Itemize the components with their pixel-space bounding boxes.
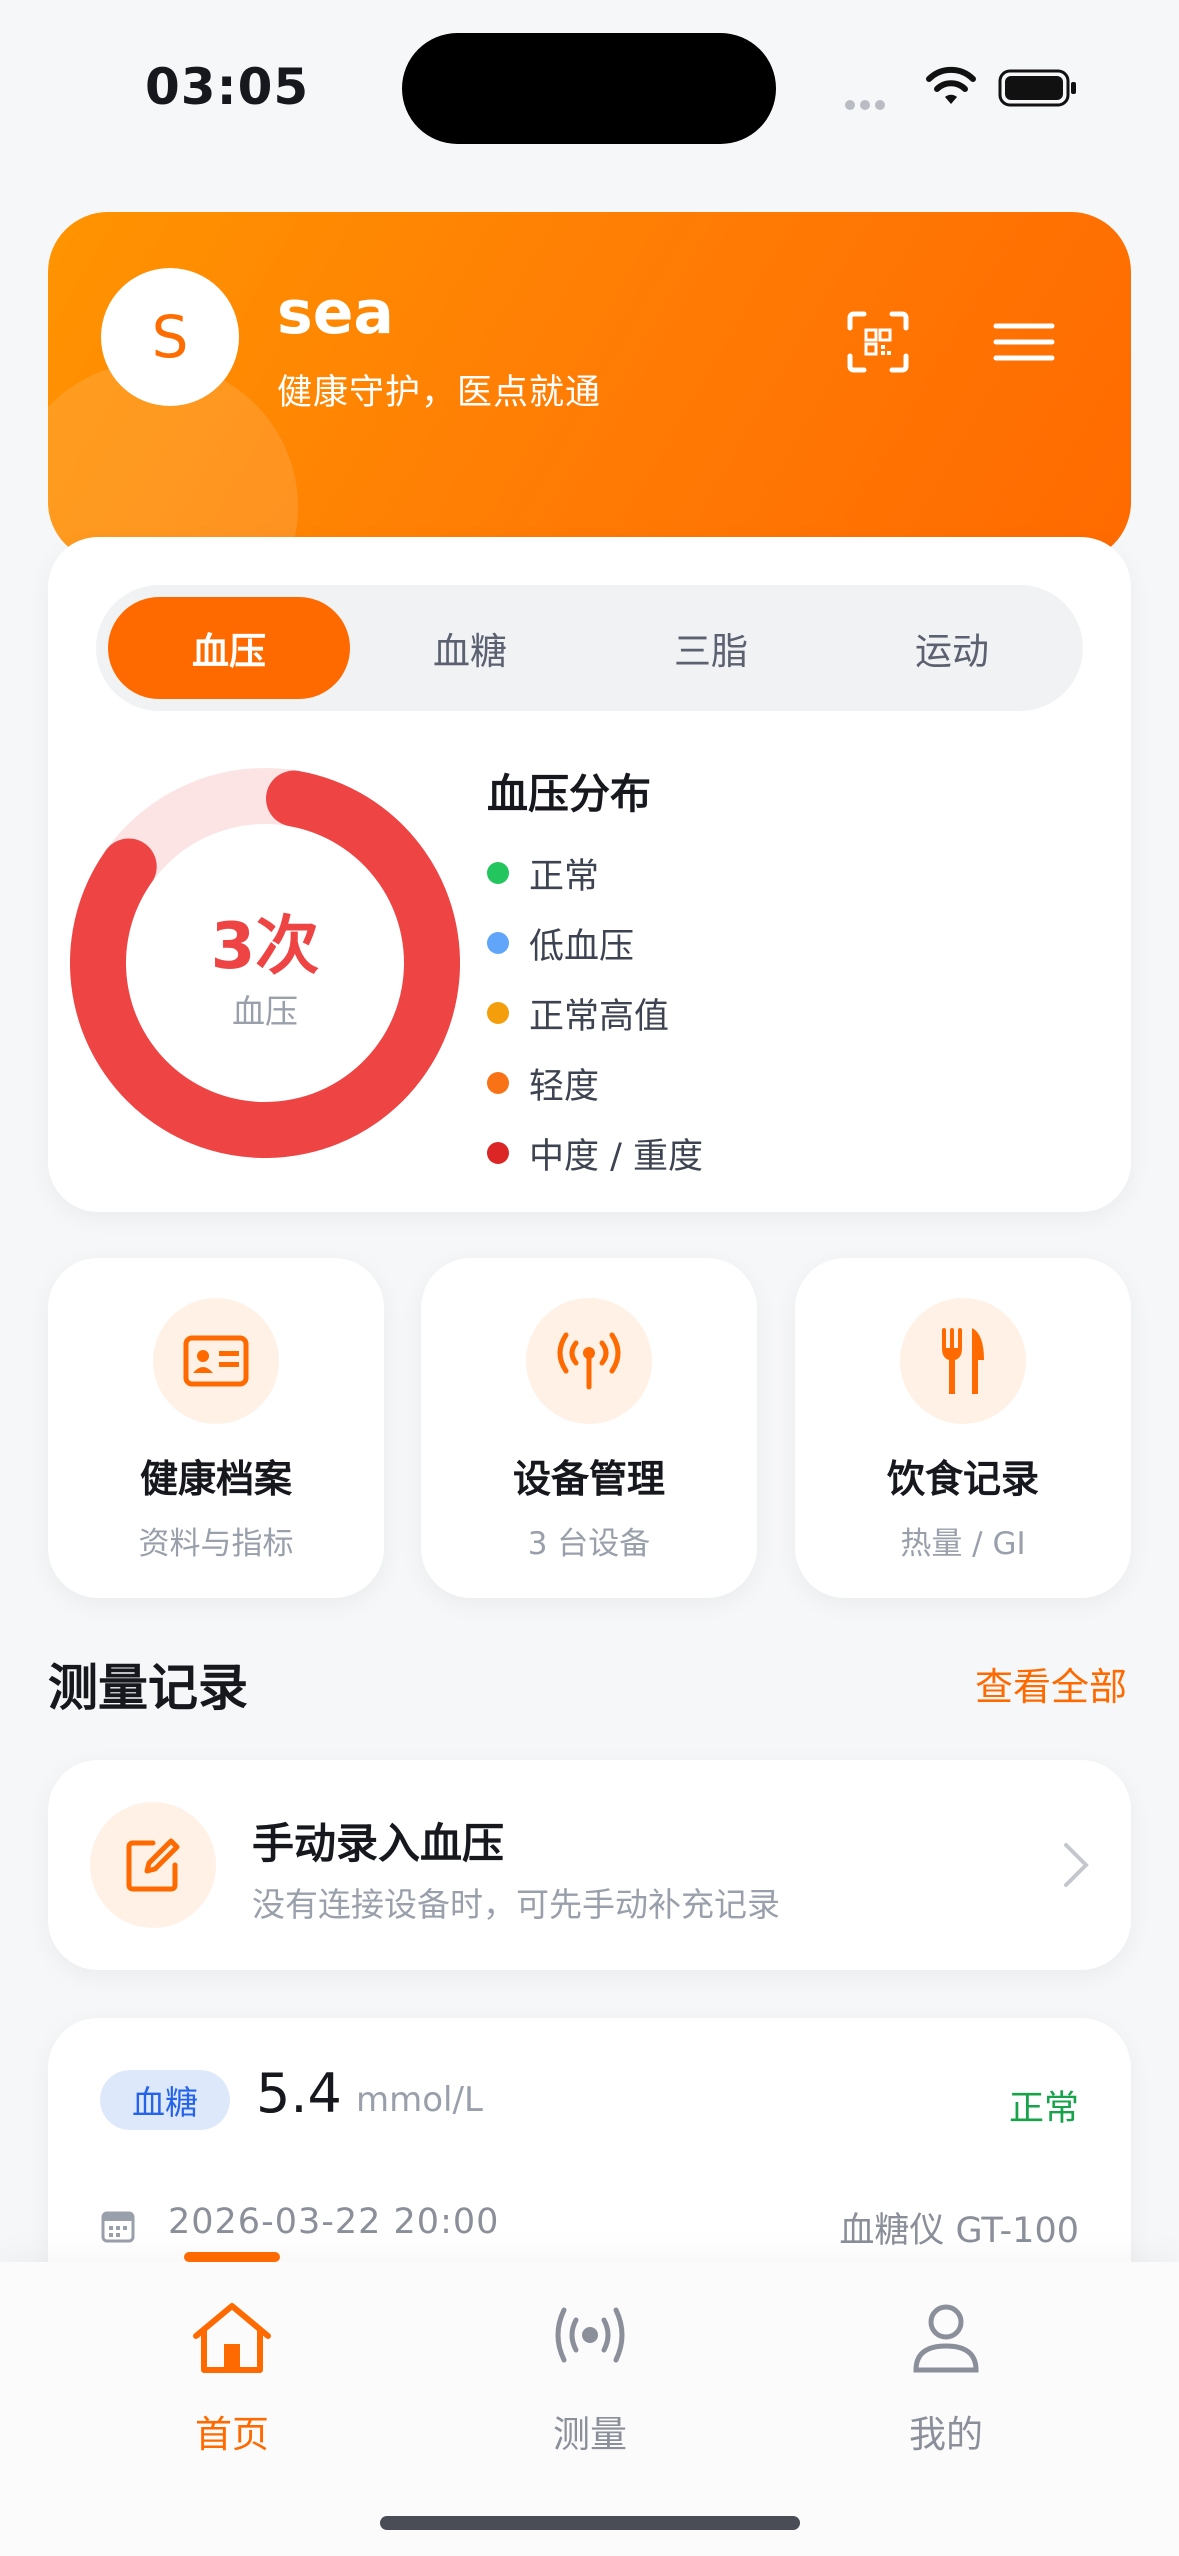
record-status: 正常 (1008, 2089, 1079, 2129)
dynamic-island (402, 33, 776, 144)
record-value: 5.4 (256, 2062, 342, 2125)
records-section-title: 测量记录 (48, 1659, 248, 1717)
legend-label: 低血压 (529, 926, 635, 967)
record-datetime: 2026-03-22 20:00 (168, 2202, 500, 2242)
quick-action-title: 健康档案 (139, 1457, 292, 1501)
manual-entry-subtitle: 没有连接设备时，可先手动补充记录 (252, 1885, 780, 1924)
status-time: 03:05 (145, 58, 310, 116)
legend-label: 正常高值 (529, 996, 670, 1037)
id-card-icon (153, 1298, 279, 1424)
calendar-icon (101, 2211, 135, 2243)
legend-item: 低血压 (487, 908, 703, 978)
legend-label: 中度 / 重度 (529, 1136, 704, 1177)
manual-entry-title: 手动录入血压 (252, 1819, 505, 1868)
user-icon (913, 2304, 979, 2373)
legend-dot (487, 1002, 509, 1024)
legend-dot (487, 932, 509, 954)
tab-label: 我的 (909, 2413, 983, 2456)
tab-label: 首页 (195, 2413, 269, 2456)
antenna-icon (526, 1298, 652, 1424)
quick-action-title: 设备管理 (512, 1457, 665, 1501)
tab-label: 测量 (553, 2413, 627, 2456)
wifi-icon (926, 66, 976, 104)
utensils-icon (900, 1298, 1026, 1424)
signal-icon (555, 2307, 625, 2363)
legend-item: 中度 / 重度 (487, 1118, 703, 1188)
legend-item: 正常高值 (487, 978, 703, 1048)
legend-dot (487, 862, 509, 884)
home-icon (193, 2303, 271, 2373)
home-indicator (380, 2516, 800, 2530)
tab-blood-pressure[interactable]: 血压 (108, 597, 350, 699)
quick-action-subtitle: 3 台设备 (527, 1526, 651, 1562)
record-unit: mmol/L (356, 2080, 483, 2120)
chevron-right-icon (1064, 1843, 1089, 1887)
manual-entry-card[interactable]: 手动录入血压 没有连接设备时，可先手动补充记录 (48, 1760, 1131, 1970)
metric-tabs: 血压 血糖 三脂 运动 (96, 585, 1083, 711)
quick-action-title: 饮食记录 (886, 1457, 1039, 1501)
tab-mine[interactable]: 我的 (846, 2300, 1046, 2460)
scroll-indicator (184, 2252, 280, 2262)
legend-dot (487, 1072, 509, 1094)
avatar[interactable]: S (101, 268, 239, 406)
battery-icon (998, 69, 1076, 107)
diet-record-card[interactable]: 饮食记录 热量 / GI (795, 1258, 1131, 1598)
donut-center-value: 3次 (210, 910, 320, 984)
legend-dot (487, 1142, 509, 1164)
record-type-badge: 血糖 (100, 2070, 230, 2130)
tab-lipids[interactable]: 三脂 (590, 597, 832, 699)
tab-blood-sugar[interactable]: 血糖 (349, 597, 591, 699)
tab-home[interactable]: 首页 (132, 2300, 332, 2460)
distribution-legend: 正常 低血压 正常高值 轻度 中度 / 重度 (487, 838, 703, 1188)
record-device: 血糖仪 GT-100 (839, 2211, 1079, 2251)
slogan: 健康守护，医点就通 (277, 373, 602, 413)
quick-action-subtitle: 资料与指标 (138, 1526, 294, 1562)
edit-icon (90, 1802, 216, 1928)
legend-item: 轻度 (487, 1048, 703, 1118)
view-all-link[interactable]: 查看全部 (975, 1656, 1127, 1711)
donut-center-label: 血压 (232, 992, 298, 1031)
tab-measure[interactable]: 测量 (490, 2300, 690, 2460)
device-management-card[interactable]: 设备管理 3 台设备 (421, 1258, 757, 1598)
quick-action-subtitle: 热量 / GI (900, 1526, 1026, 1562)
scan-qr-icon[interactable] (846, 310, 910, 374)
legend-item: 正常 (487, 838, 703, 908)
health-profile-card[interactable]: 健康档案 资料与指标 (48, 1258, 384, 1598)
distribution-title: 血压分布 (487, 770, 651, 818)
legend-label: 轻度 (529, 1066, 600, 1107)
cellular-signal-icon (845, 95, 905, 110)
username: sea (277, 278, 394, 348)
menu-icon[interactable] (993, 322, 1055, 362)
legend-label: 正常 (529, 856, 600, 897)
tab-exercise[interactable]: 运动 (831, 597, 1073, 699)
